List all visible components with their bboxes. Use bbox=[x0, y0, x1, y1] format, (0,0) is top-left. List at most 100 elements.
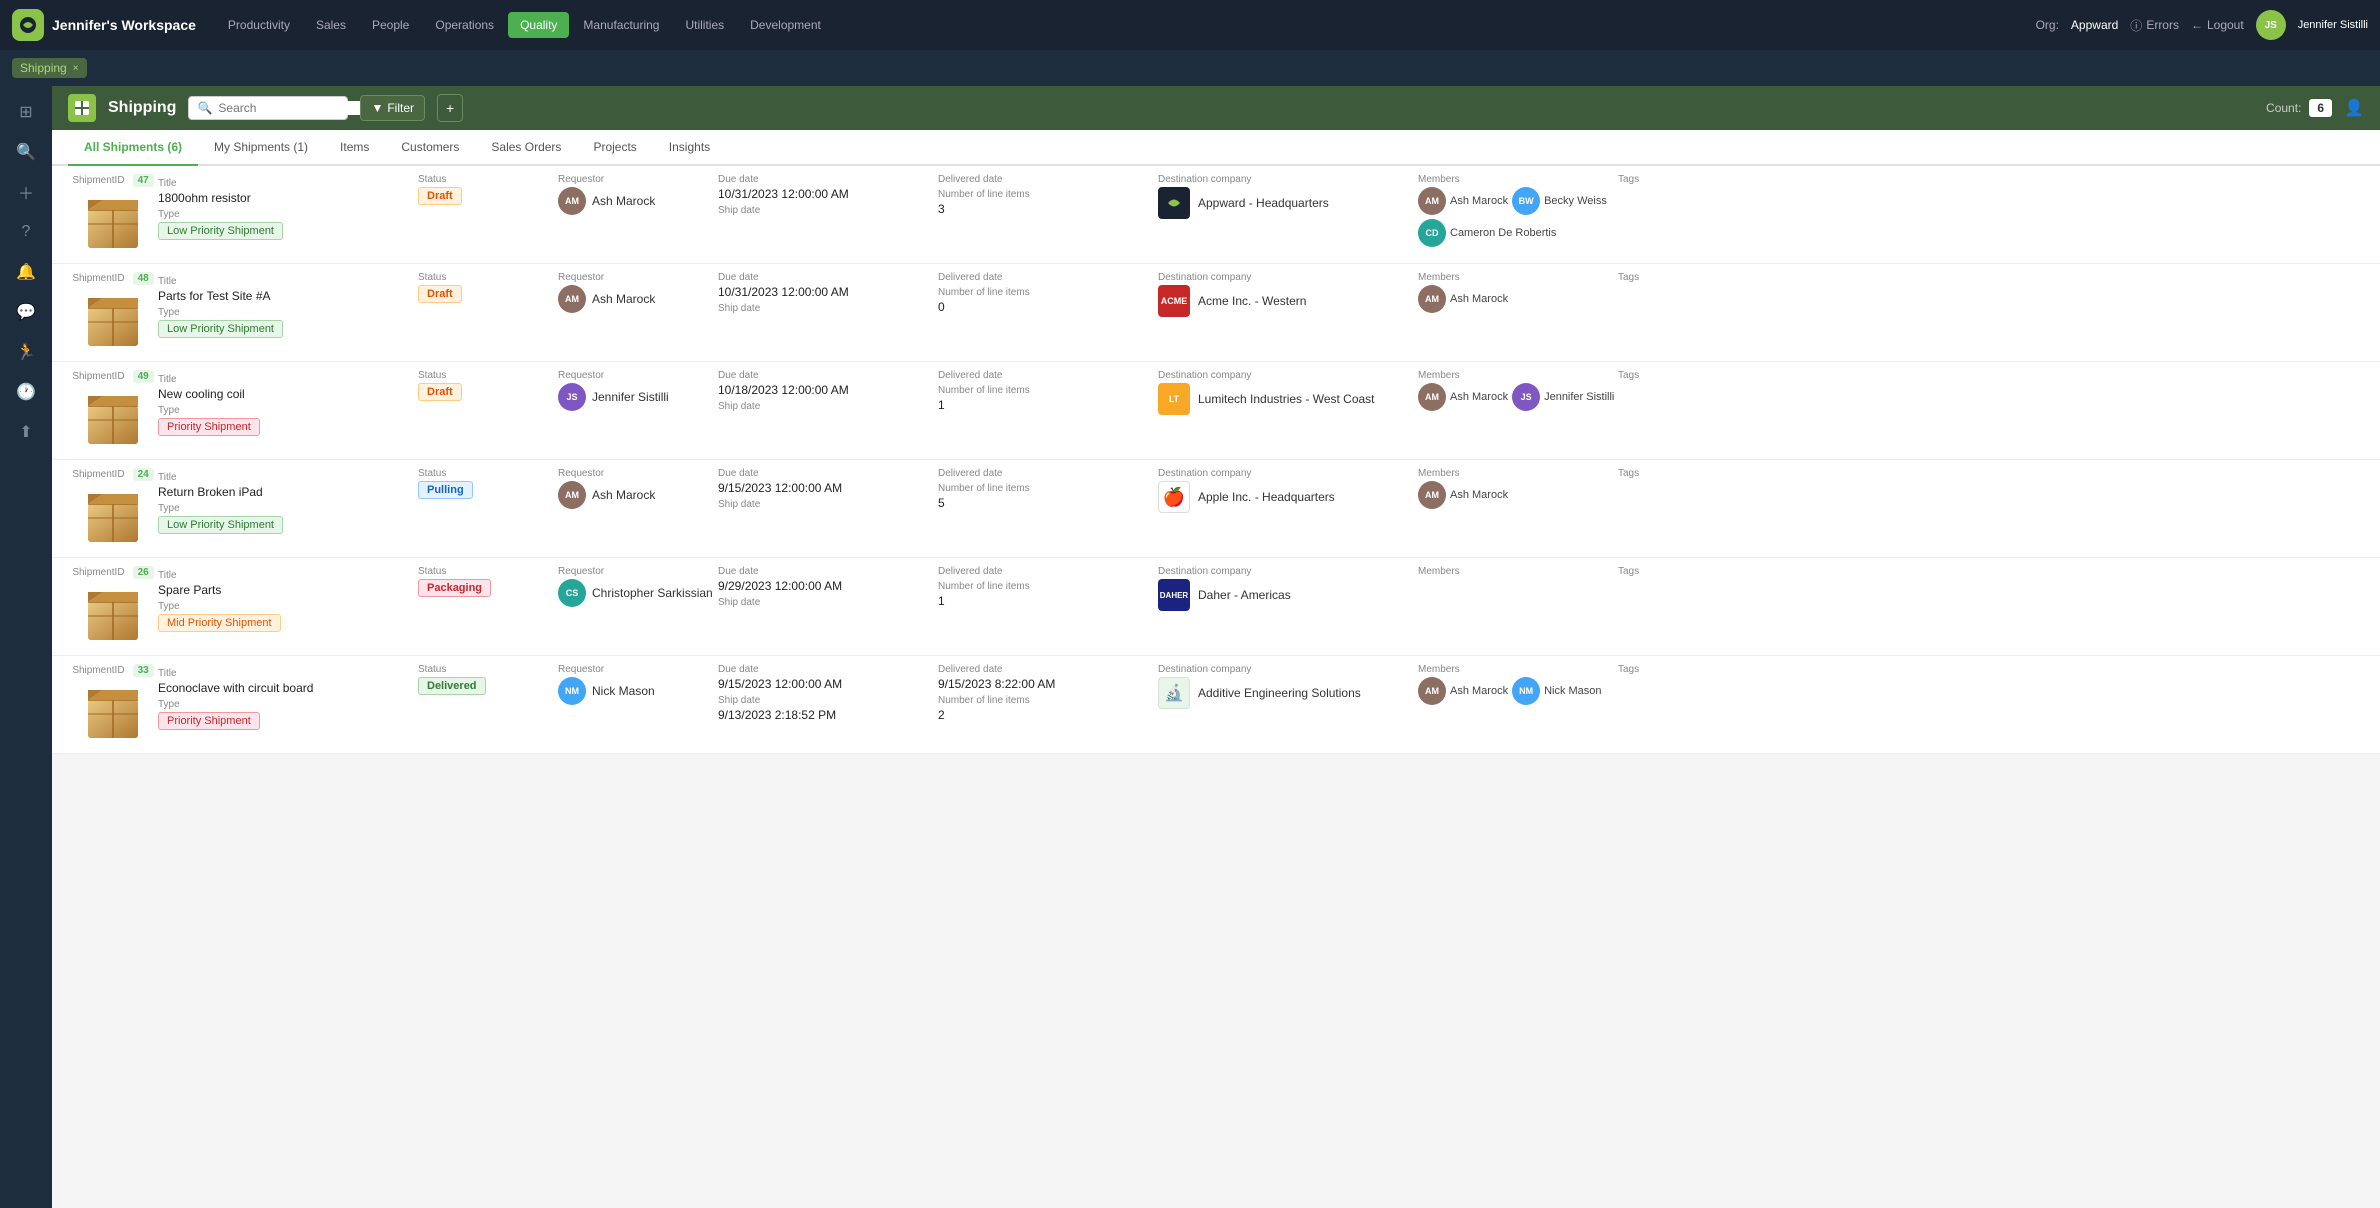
member-wrap: JS Jennifer Sistilli bbox=[1512, 383, 1614, 411]
dates-col: Due date 9/15/2023 12:00:00 AM Ship date… bbox=[718, 664, 938, 722]
delivered-date-label: Delivered date bbox=[938, 370, 1158, 381]
title-label: Title bbox=[158, 570, 418, 581]
members-label: Members bbox=[1418, 272, 1618, 283]
module-icon bbox=[68, 94, 96, 122]
dates-col: Due date 10/31/2023 12:00:00 AM Ship dat… bbox=[718, 272, 938, 316]
type-badge: Low Priority Shipment bbox=[158, 320, 283, 338]
table-row[interactable]: ShipmentID 24 bbox=[52, 460, 2380, 558]
table-row[interactable]: ShipmentID 26 bbox=[52, 558, 2380, 656]
table-row[interactable]: ShipmentID 33 bbox=[52, 656, 2380, 754]
search-input[interactable] bbox=[218, 101, 373, 115]
members-wrap: AM Ash Marock JS Jennifer Sistilli bbox=[1418, 383, 1618, 411]
sidebar-bell-icon[interactable]: 🔔 bbox=[8, 254, 44, 290]
due-date-label: Due date bbox=[718, 468, 938, 479]
requestor-avatar: AM bbox=[558, 481, 586, 509]
due-date-value: 9/29/2023 12:00:00 AM bbox=[718, 579, 938, 593]
members-wrap: AM Ash Marock BW Becky Weiss CD Cameron … bbox=[1418, 187, 1618, 247]
sidebar-clock-icon[interactable]: 🕐 bbox=[8, 374, 44, 410]
member-name: Jennifer Sistilli bbox=[1544, 391, 1614, 403]
members-col: Members bbox=[1418, 566, 1618, 579]
tab-sales-orders[interactable]: Sales Orders bbox=[475, 130, 577, 166]
user-avatar[interactable]: JS bbox=[2256, 10, 2286, 40]
sidebar-grid-icon[interactable]: ⊞ bbox=[8, 94, 44, 130]
box-image bbox=[83, 293, 143, 353]
requestor-name: Ash Marock bbox=[592, 194, 655, 208]
member-name: Ash Marock bbox=[1450, 685, 1508, 697]
requestor-label: Requestor bbox=[558, 566, 718, 577]
dest-logo: DAHER bbox=[1158, 579, 1190, 611]
nav-manufacturing[interactable]: Manufacturing bbox=[571, 12, 671, 38]
line-items-label: Number of line items bbox=[938, 189, 1158, 200]
sidebar-help-icon[interactable]: ? bbox=[8, 214, 44, 250]
tags-col: Tags bbox=[1618, 272, 1738, 285]
type-badge: Priority Shipment bbox=[158, 712, 260, 730]
tab-all-shipments[interactable]: All Shipments (6) bbox=[68, 130, 198, 166]
requestor-col: Requestor CS Christopher Sarkissian bbox=[558, 566, 718, 607]
delivered-col: Delivered date Number of line items 1 bbox=[938, 370, 1158, 412]
shipping-tab-chip[interactable]: Shipping × bbox=[12, 58, 87, 78]
shipment-title: Parts for Test Site #A bbox=[158, 289, 418, 303]
main-content: Shipping 🔍 ▼ Filter + Count: 6 👤 All Shi… bbox=[52, 86, 2380, 1208]
delivered-date-label: Delivered date bbox=[938, 664, 1158, 675]
requestor-label: Requestor bbox=[558, 664, 718, 675]
delivered-date-label: Delivered date bbox=[938, 174, 1158, 185]
member-wrap: AM Ash Marock bbox=[1418, 285, 1508, 313]
title-label: Title bbox=[158, 276, 418, 287]
logout-button[interactable]: ← Logout bbox=[2191, 18, 2244, 32]
sidebar-search-icon[interactable]: 🔍 bbox=[8, 134, 44, 170]
sidebar-chat-icon[interactable]: 💬 bbox=[8, 294, 44, 330]
destination-col: Destination company 🍎 Apple Inc. - Headq… bbox=[1158, 468, 1418, 513]
member-avatar: AM bbox=[1418, 677, 1446, 705]
nav-utilities[interactable]: Utilities bbox=[673, 12, 736, 38]
nav-right: Org: Appward ⓘ Errors ← Logout JS Jennif… bbox=[2036, 10, 2368, 40]
box-image bbox=[83, 391, 143, 451]
members-label: Members bbox=[1418, 664, 1618, 675]
shipment-title-col: Title 1800ohm resistor Type Low Priority… bbox=[158, 174, 418, 240]
ship-date-label: Ship date bbox=[718, 499, 938, 510]
filter-button[interactable]: ▼ Filter bbox=[360, 95, 425, 121]
workspace-title: Jennifer's Workspace bbox=[52, 17, 196, 33]
requestor-wrap: AM Ash Marock bbox=[558, 285, 718, 313]
dest-name: Appward - Headquarters bbox=[1198, 196, 1329, 210]
search-box[interactable]: 🔍 bbox=[188, 96, 348, 120]
info-icon: ⓘ bbox=[2130, 17, 2142, 34]
status-label: Status bbox=[418, 370, 558, 381]
sidebar-add-icon[interactable]: ＋ bbox=[8, 174, 44, 210]
type-badge: Priority Shipment bbox=[158, 418, 260, 436]
table-row[interactable]: ShipmentID 49 bbox=[52, 362, 2380, 460]
type-badge: Low Priority Shipment bbox=[158, 222, 283, 240]
tab-my-shipments[interactable]: My Shipments (1) bbox=[198, 130, 324, 166]
shipment-id-label: ShipmentID bbox=[72, 371, 124, 382]
nav-productivity[interactable]: Productivity bbox=[216, 12, 302, 38]
tab-customers[interactable]: Customers bbox=[385, 130, 475, 166]
close-tab-icon[interactable]: × bbox=[73, 63, 79, 74]
tab-projects[interactable]: Projects bbox=[577, 130, 652, 166]
nav-people[interactable]: People bbox=[360, 12, 421, 38]
module-title: Shipping bbox=[108, 99, 176, 117]
add-button[interactable]: + bbox=[437, 94, 463, 122]
nav-development[interactable]: Development bbox=[738, 12, 833, 38]
requestor-name: Nick Mason bbox=[592, 684, 655, 698]
title-label: Title bbox=[158, 178, 418, 189]
shipment-title: Econoclave with circuit board bbox=[158, 681, 418, 695]
status-col: Status Delivered bbox=[418, 664, 558, 695]
type-field: Type Priority Shipment bbox=[158, 699, 418, 730]
tab-insights[interactable]: Insights bbox=[653, 130, 726, 166]
tab-items[interactable]: Items bbox=[324, 130, 385, 166]
sidebar-activity-icon[interactable]: 🏃 bbox=[8, 334, 44, 370]
table-row[interactable]: ShipmentID 48 bbox=[52, 264, 2380, 362]
shipment-title: Return Broken iPad bbox=[158, 485, 418, 499]
requestor-wrap: CS Christopher Sarkissian bbox=[558, 579, 718, 607]
shipment-title-col: Title Return Broken iPad Type Low Priori… bbox=[158, 468, 418, 534]
nav-quality[interactable]: Quality bbox=[508, 12, 569, 38]
app-logo bbox=[12, 9, 44, 41]
errors-button[interactable]: ⓘ Errors bbox=[2130, 17, 2179, 34]
nav-sales[interactable]: Sales bbox=[304, 12, 358, 38]
line-items-label: Number of line items bbox=[938, 483, 1158, 494]
nav-operations[interactable]: Operations bbox=[423, 12, 506, 38]
sidebar-upload-icon[interactable]: ⬆ bbox=[8, 414, 44, 450]
person-icon[interactable]: 👤 bbox=[2344, 98, 2364, 118]
type-label: Type bbox=[158, 405, 418, 416]
members-wrap: AM Ash Marock bbox=[1418, 481, 1618, 509]
table-row[interactable]: ShipmentID 47 bbox=[52, 166, 2380, 264]
